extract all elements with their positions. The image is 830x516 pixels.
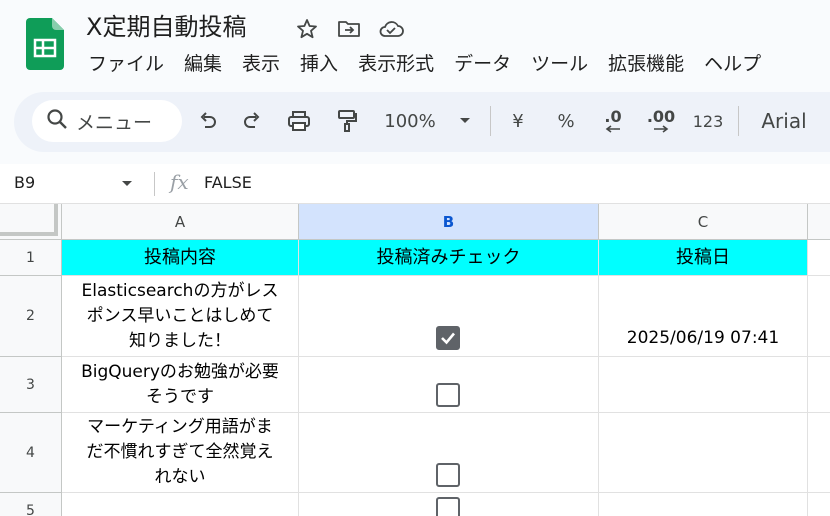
- cell-d5[interactable]: [808, 493, 830, 516]
- document-title[interactable]: X定期自動投稿: [86, 10, 246, 44]
- zoom-dropdown-icon[interactable]: [454, 106, 476, 136]
- checkbox-unchecked[interactable]: [436, 463, 460, 487]
- row-header-3[interactable]: 3: [0, 357, 62, 413]
- select-all-corner[interactable]: [0, 204, 62, 240]
- cell-a2-line: 知りました！: [128, 330, 231, 351]
- menu-help[interactable]: ヘルプ: [694, 50, 771, 78]
- decrease-decimal-button[interactable]: .0: [598, 106, 628, 136]
- cell-a2-line: ポンス早いことはしめて: [86, 305, 274, 326]
- row-header-5[interactable]: 5: [0, 493, 62, 516]
- fx-icon: fx: [170, 170, 189, 194]
- menu-format[interactable]: 表示形式: [348, 50, 444, 78]
- cell-b2[interactable]: [299, 276, 599, 357]
- cell-a5[interactable]: [62, 493, 299, 516]
- percent-format-button[interactable]: %: [554, 106, 578, 136]
- arrow-left-icon: [605, 125, 620, 133]
- cell-b4[interactable]: [299, 413, 599, 493]
- column-header-d[interactable]: [808, 204, 830, 240]
- cell-c4[interactable]: [599, 413, 808, 493]
- increase-decimal-button[interactable]: .00: [644, 106, 678, 136]
- cell-a4-line: だ不慣れすぎて全然覚え: [86, 442, 274, 462]
- formula-bar: B9 fx FALSE: [0, 164, 830, 204]
- print-icon[interactable]: [284, 106, 314, 136]
- checkbox-checked[interactable]: [436, 326, 460, 350]
- search-icon: [46, 108, 68, 134]
- menu-file[interactable]: ファイル: [78, 50, 174, 78]
- menu-insert[interactable]: 挿入: [290, 50, 348, 78]
- column-header-c[interactable]: C: [599, 204, 808, 240]
- cell-b1[interactable]: 投稿済みチェック: [299, 240, 599, 276]
- sheets-logo-icon[interactable]: [26, 18, 64, 70]
- row-header-2[interactable]: 2: [0, 276, 62, 357]
- cell-d1[interactable]: [808, 240, 830, 276]
- cell-a1[interactable]: 投稿内容: [62, 240, 299, 276]
- redo-icon[interactable]: [238, 106, 266, 136]
- toolbar: メニュー 100% ¥ % .0 .00 123 Arial: [14, 92, 830, 152]
- font-select[interactable]: Arial: [754, 106, 814, 136]
- post-date: 2025/06/19 07:41: [626, 328, 780, 348]
- spreadsheet-grid: A B C 1 2 3 4 5 投稿内容 投稿済みチェック 投稿日 Elasti…: [0, 204, 830, 516]
- cell-c3[interactable]: [599, 357, 808, 413]
- cell-a3-line: そうです: [146, 386, 214, 407]
- menu-tools[interactable]: ツール: [521, 50, 598, 78]
- cell-a4[interactable]: マーケティング用語がま だ不慣れすぎて全然覚え れない: [62, 413, 299, 493]
- paint-format-icon[interactable]: [332, 106, 362, 136]
- menu-data[interactable]: データ: [444, 50, 521, 78]
- move-folder-icon[interactable]: [334, 14, 364, 44]
- formula-divider: [154, 172, 155, 196]
- cell-a2[interactable]: Elasticsearchの方がレス ポンス早いことはしめて 知りました！: [62, 276, 299, 357]
- cell-d4[interactable]: [808, 413, 830, 493]
- cloud-saved-icon[interactable]: [376, 14, 406, 44]
- menu-search-box[interactable]: メニュー: [32, 100, 182, 142]
- row-header-1[interactable]: 1: [0, 240, 62, 276]
- cell-a3-line: BigQueryのお勉強が必要: [81, 361, 279, 382]
- zoom-select[interactable]: 100%: [378, 106, 442, 136]
- checkbox-unchecked[interactable]: [436, 497, 460, 516]
- arrow-right-icon: [654, 125, 669, 133]
- cell-b5[interactable]: [299, 493, 599, 516]
- cell-c1[interactable]: 投稿日: [599, 240, 808, 276]
- menu-search-label: メニュー: [76, 111, 153, 134]
- column-header-b[interactable]: B: [299, 204, 599, 240]
- decrease-decimal-label: .0: [604, 107, 622, 126]
- checkbox-unchecked[interactable]: [436, 383, 460, 407]
- star-icon[interactable]: [292, 14, 322, 44]
- name-box-dropdown-icon[interactable]: [120, 172, 134, 198]
- cell-a4-line: れない: [154, 467, 206, 487]
- cell-c2[interactable]: 2025/06/19 07:41: [599, 276, 808, 357]
- toolbar-divider: [490, 106, 491, 136]
- cell-d2[interactable]: [808, 276, 830, 357]
- cell-c5[interactable]: [599, 493, 808, 516]
- toolbar-divider: [738, 106, 739, 136]
- cell-a2-line: Elasticsearchの方がレス: [81, 280, 279, 301]
- cell-a4-line: マーケティング用語がま: [87, 417, 273, 437]
- cell-b3[interactable]: [299, 357, 599, 413]
- cell-a3[interactable]: BigQueryのお勉強が必要 そうです: [62, 357, 299, 413]
- cell-d3[interactable]: [808, 357, 830, 413]
- number-format-button[interactable]: 123: [690, 106, 726, 136]
- menu-extensions[interactable]: 拡張機能: [598, 50, 694, 78]
- column-header-a[interactable]: A: [62, 204, 299, 240]
- menu-view[interactable]: 表示: [232, 50, 290, 78]
- name-box[interactable]: B9: [14, 173, 35, 192]
- menu-bar: ファイル 編集 表示 挿入 表示形式 データ ツール 拡張機能 ヘルプ: [78, 50, 771, 78]
- currency-format-button[interactable]: ¥: [506, 106, 530, 136]
- checkmark-icon: [441, 332, 455, 345]
- formula-input[interactable]: FALSE: [204, 173, 252, 192]
- undo-icon[interactable]: [194, 106, 222, 136]
- increase-decimal-label: .00: [646, 107, 676, 126]
- menu-edit[interactable]: 編集: [174, 50, 232, 78]
- row-header-4[interactable]: 4: [0, 413, 62, 493]
